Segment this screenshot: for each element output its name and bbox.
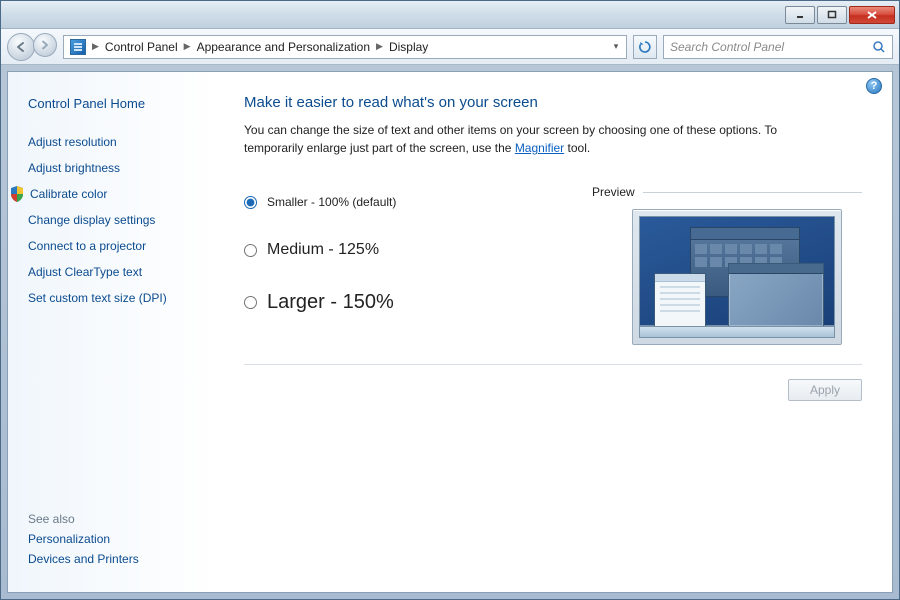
see-also-devices-printers[interactable]: Devices and Printers: [28, 552, 205, 566]
preview-image: [632, 209, 842, 345]
sidebar-link-calibrate-color[interactable]: Calibrate color: [30, 187, 107, 201]
radio-smaller[interactable]: [244, 196, 257, 209]
preview-label: Preview: [592, 185, 635, 199]
sidebar-link-adjust-resolution[interactable]: Adjust resolution: [28, 135, 205, 149]
breadcrumb-control-panel[interactable]: Control Panel: [101, 36, 182, 58]
apply-button[interactable]: Apply: [788, 379, 862, 401]
option-smaller-label: Smaller - 100% (default): [267, 195, 396, 209]
sidebar-link-connect-projector[interactable]: Connect to a projector: [28, 239, 205, 253]
divider: [244, 364, 862, 365]
radio-medium[interactable]: [244, 244, 257, 257]
intro-text: You can change the size of text and othe…: [244, 121, 784, 157]
sidebar-link-adjust-cleartype[interactable]: Adjust ClearType text: [28, 265, 205, 279]
back-button[interactable]: [7, 33, 35, 61]
shield-icon: [10, 186, 24, 202]
search-icon: [872, 40, 886, 54]
titlebar: [1, 1, 899, 29]
size-options: Smaller - 100% (default) Medium - 125% L…: [244, 185, 552, 346]
breadcrumb-appearance[interactable]: Appearance and Personalization: [193, 36, 374, 58]
sidebar-link-change-display-settings[interactable]: Change display settings: [28, 213, 205, 227]
divider: [643, 192, 862, 193]
search-input[interactable]: Search Control Panel: [663, 35, 893, 59]
see-also-label: See also: [28, 512, 205, 526]
chevron-right-icon: ▶: [90, 41, 101, 52]
content-area: ? Control Panel Home Adjust resolution A…: [7, 71, 893, 593]
window-frame: ▶ Control Panel ▶ Appearance and Persona…: [0, 0, 900, 600]
maximize-button[interactable]: [817, 6, 847, 24]
refresh-button[interactable]: [633, 35, 657, 59]
option-medium-label: Medium - 125%: [267, 241, 379, 259]
address-bar[interactable]: ▶ Control Panel ▶ Appearance and Persona…: [63, 35, 627, 59]
forward-button[interactable]: [33, 33, 57, 57]
page-title: Make it easier to read what's on your sc…: [244, 94, 862, 111]
chevron-right-icon: ▶: [374, 41, 385, 52]
sidebar-link-adjust-brightness[interactable]: Adjust brightness: [28, 161, 205, 175]
option-larger[interactable]: Larger - 150%: [244, 291, 552, 314]
see-also-personalization[interactable]: Personalization: [28, 532, 205, 546]
navigation-toolbar: ▶ Control Panel ▶ Appearance and Persona…: [1, 29, 899, 65]
minimize-button[interactable]: [785, 6, 815, 24]
preview-section: Preview: [592, 185, 862, 346]
breadcrumb-display[interactable]: Display: [385, 36, 432, 58]
option-larger-label: Larger - 150%: [267, 291, 394, 314]
chevron-right-icon: ▶: [182, 41, 193, 52]
option-smaller[interactable]: Smaller - 100% (default): [244, 195, 552, 209]
control-panel-icon: [70, 39, 86, 55]
control-panel-home-link[interactable]: Control Panel Home: [28, 96, 205, 111]
magnifier-link[interactable]: Magnifier: [515, 141, 564, 155]
see-also-section: See also Personalization Devices and Pri…: [28, 512, 205, 580]
sidebar: Control Panel Home Adjust resolution Adj…: [8, 72, 218, 592]
close-button[interactable]: [849, 6, 895, 24]
option-medium[interactable]: Medium - 125%: [244, 241, 552, 259]
address-dropdown[interactable]: ▾: [608, 41, 624, 52]
search-placeholder: Search Control Panel: [670, 40, 784, 54]
sidebar-link-custom-dpi[interactable]: Set custom text size (DPI): [28, 291, 205, 305]
main-content: Make it easier to read what's on your sc…: [218, 72, 892, 592]
radio-larger[interactable]: [244, 296, 257, 309]
